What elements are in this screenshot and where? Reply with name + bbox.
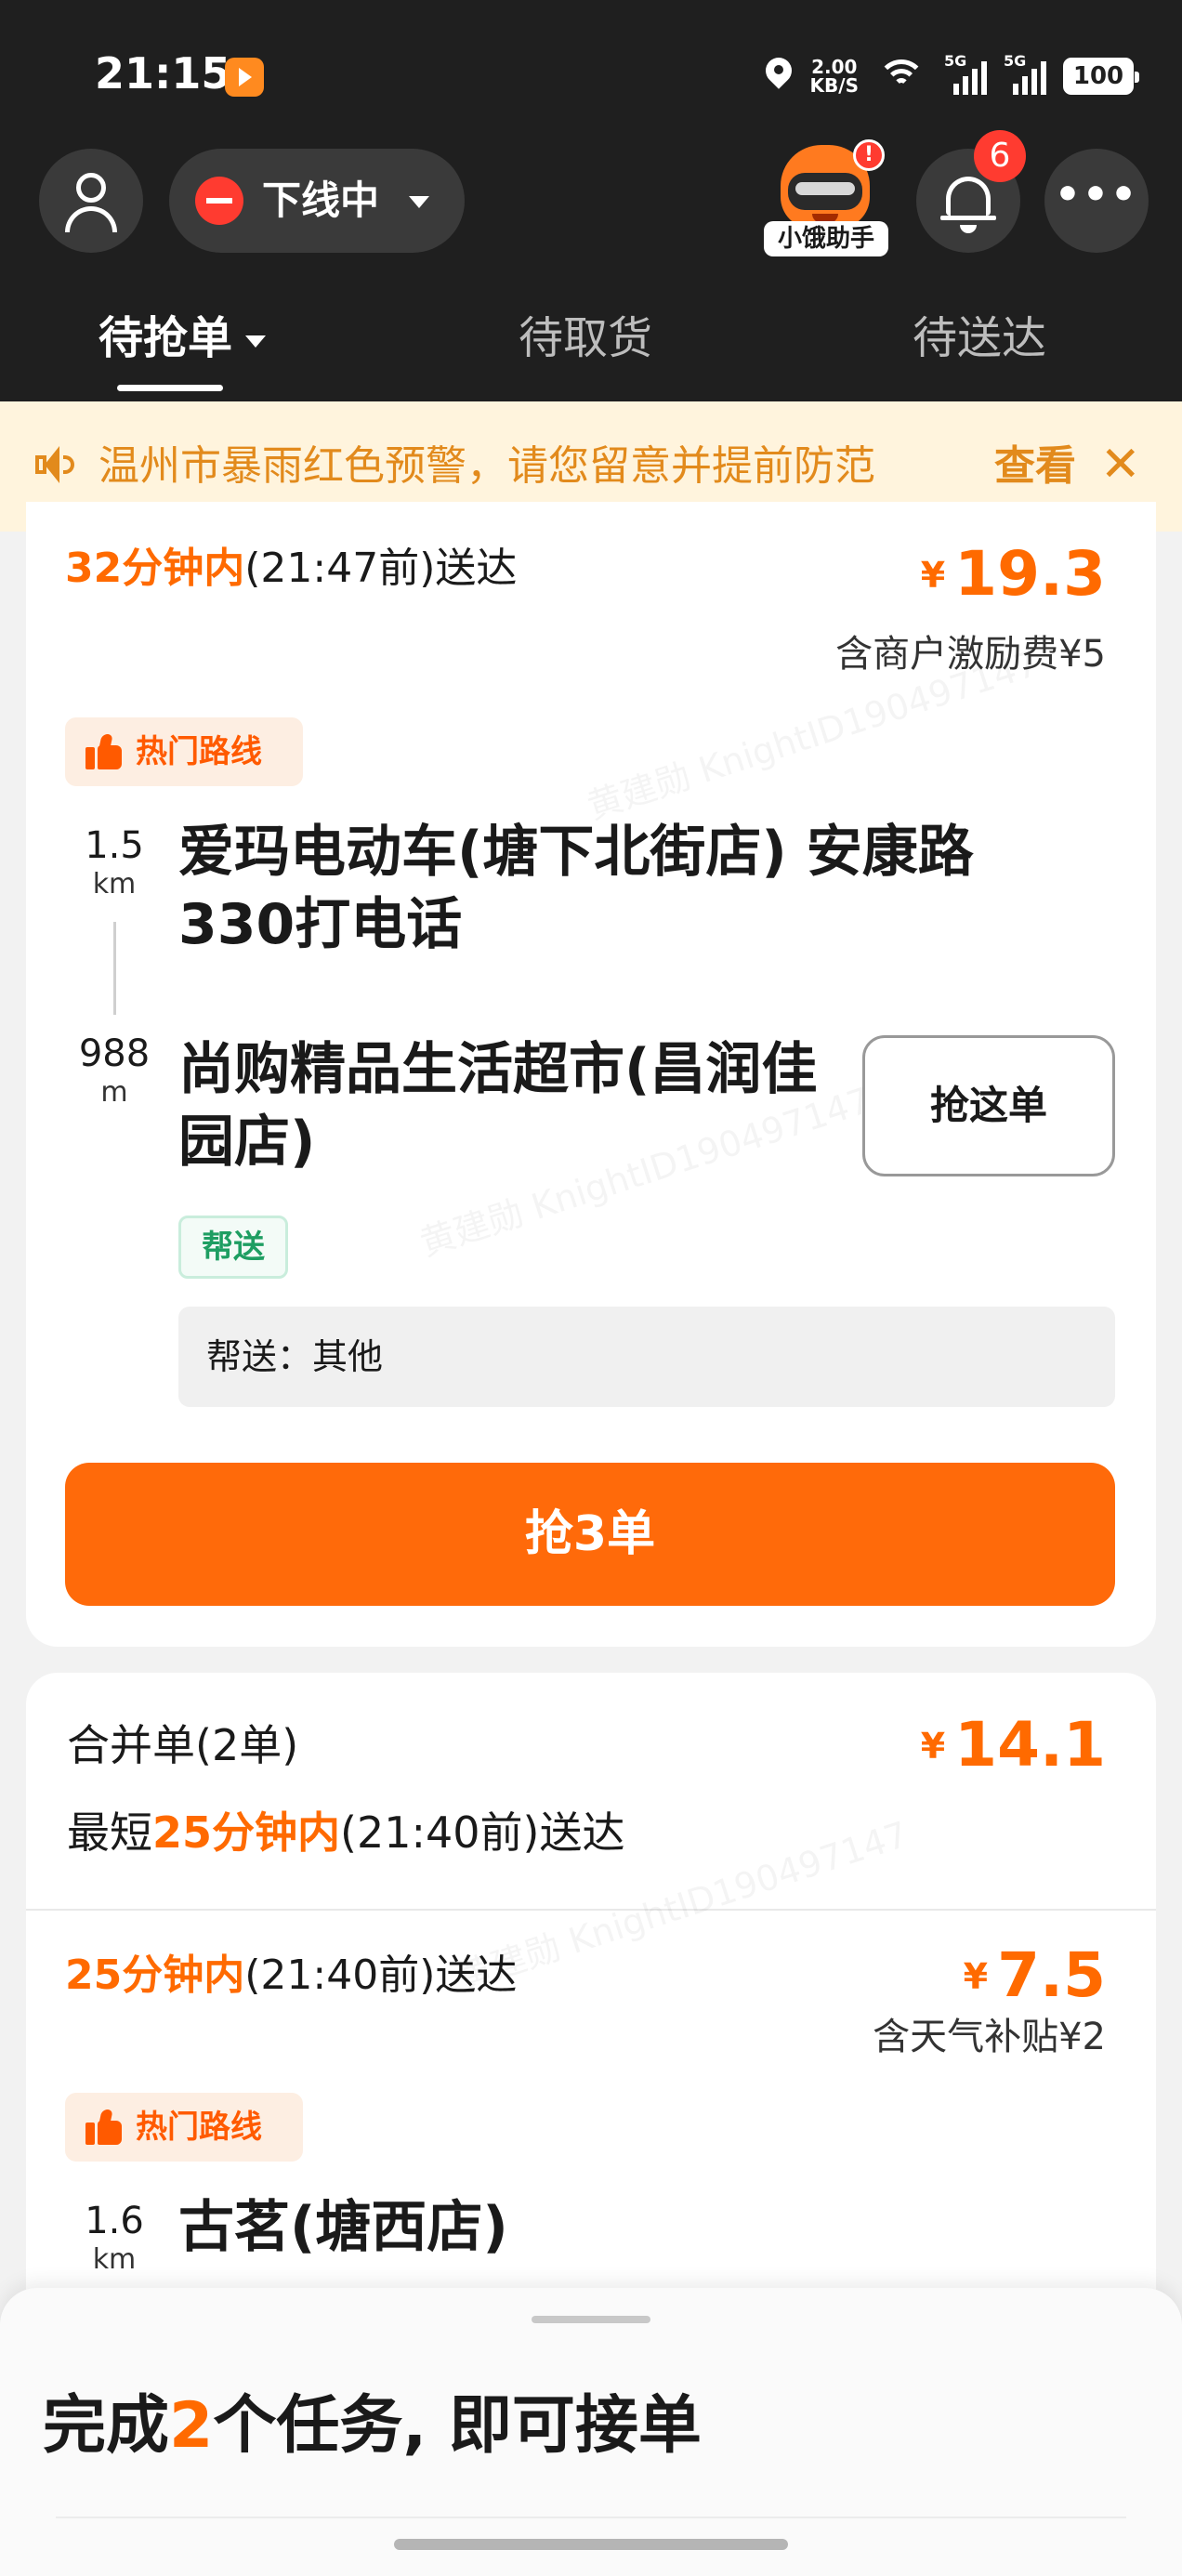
dropoff-distance-value: 988 bbox=[78, 1032, 151, 1075]
assistant-label: 小饿助手 bbox=[764, 221, 888, 256]
battery-icon: 100 bbox=[1063, 58, 1139, 95]
view-warning-link[interactable]: 查看 bbox=[994, 437, 1076, 496]
task-count: 2 bbox=[169, 2389, 214, 2463]
network-speed: 2.00 KB/S bbox=[810, 58, 859, 95]
divider bbox=[56, 2517, 1126, 2518]
delivery-eta: 32分钟内(21:47前)送达 bbox=[65, 539, 517, 598]
task-bottom-sheet[interactable]: 完成2个任务, 即可接单 bbox=[0, 2288, 1182, 2576]
tab-label: 待送达 bbox=[913, 312, 1047, 364]
app-notification-icon bbox=[225, 58, 264, 97]
price-value: 19.3 bbox=[954, 538, 1106, 610]
chevron-down-icon bbox=[245, 335, 267, 348]
thumbs-up-icon bbox=[85, 734, 122, 769]
eta-minutes: 25分钟内 bbox=[65, 1952, 245, 1999]
chevron-down-icon bbox=[409, 196, 429, 208]
eta-minutes: 32分钟内 bbox=[65, 545, 245, 592]
status-time: 21:15 bbox=[95, 48, 231, 99]
currency-symbol: ¥ bbox=[920, 1726, 946, 1767]
route-connector bbox=[113, 922, 116, 1015]
help-deliver-tag: 帮送 bbox=[178, 1216, 288, 1279]
merged-order-price: ¥14.1 bbox=[921, 1708, 1106, 1783]
order-tabs: 待抢单 待取货 待送达 bbox=[0, 297, 1182, 401]
title-suffix: 个任务, 即可接单 bbox=[213, 2389, 702, 2463]
merged-order-card[interactable]: 合并单(2单) ¥14.1 最短25分钟内(21:40前)送达 25分钟内(21… bbox=[26, 1673, 1156, 2323]
top-header: 21:15 2.00 KB/S 5G 5G 100 下线中 ! 小饿助手 6 •… bbox=[0, 0, 1182, 401]
order-price: ¥19.3 bbox=[921, 537, 1106, 612]
network-speed-unit: KB/S bbox=[809, 74, 859, 97]
eta-deadline: (21:40前)送达 bbox=[340, 1807, 625, 1858]
eta-prefix: 最短 bbox=[67, 1807, 152, 1858]
network-speed-value: 2.00 bbox=[811, 56, 858, 78]
tab-label: 待抢单 bbox=[98, 312, 233, 364]
speaker-icon bbox=[35, 446, 74, 483]
sub-order-price: ¥7.5 bbox=[964, 1939, 1106, 2014]
close-icon[interactable]: ✕ bbox=[1100, 435, 1141, 494]
active-tab-indicator bbox=[117, 385, 223, 391]
merged-order-eta: 最短25分钟内(21:40前)送达 bbox=[67, 1803, 624, 1862]
hot-route-tag: 热门路线 bbox=[65, 2093, 303, 2162]
merged-order-title: 合并单(2单) bbox=[67, 1720, 299, 1770]
profile-button[interactable] bbox=[39, 149, 143, 253]
sub-order-price-note: 含天气补贴¥2 bbox=[873, 2016, 1106, 2058]
assistant-button[interactable]: ! 小饿助手 bbox=[764, 139, 888, 260]
pickup-distance-value: 1.5 bbox=[85, 824, 144, 867]
order-remark: 帮送：其他 bbox=[178, 1307, 1115, 1407]
hot-route-label: 热门路线 bbox=[136, 733, 262, 770]
hot-route-label: 热门路线 bbox=[136, 2109, 262, 2146]
signal-icon-sim1: 5G bbox=[944, 52, 987, 95]
home-indicator[interactable] bbox=[394, 2539, 788, 2550]
eta-minutes: 25分钟内 bbox=[152, 1807, 341, 1858]
sim1-label: 5G bbox=[944, 52, 967, 70]
pickup-distance-unit: km bbox=[92, 2243, 137, 2276]
hot-route-tag: 热门路线 bbox=[65, 717, 303, 786]
price-value: 7.5 bbox=[997, 1939, 1106, 2011]
eta-deadline: (21:47前)送达 bbox=[244, 545, 518, 592]
minus-circle-icon bbox=[195, 177, 243, 225]
pickup-address: 古茗(塘西店) bbox=[178, 2195, 508, 2260]
signal-icon-sim2: 5G bbox=[1004, 52, 1046, 95]
system-icons: 2.00 KB/S 5G 5G 100 bbox=[764, 48, 1139, 104]
status-bar: 21:15 2.00 KB/S 5G 5G 100 bbox=[0, 0, 1182, 149]
pickup-distance: 1.6 km bbox=[63, 2199, 165, 2277]
pickup-distance-unit: km bbox=[92, 868, 137, 900]
assistant-alert-badge: ! bbox=[853, 139, 885, 171]
more-button[interactable]: ••• bbox=[1044, 149, 1149, 253]
location-icon bbox=[764, 58, 794, 95]
grab-order-button[interactable]: 抢这单 bbox=[862, 1035, 1115, 1176]
currency-symbol: ¥ bbox=[920, 555, 946, 596]
tab-label: 待取货 bbox=[519, 312, 653, 364]
tab-pending-grab[interactable]: 待抢单 bbox=[98, 309, 267, 368]
online-status-toggle[interactable]: 下线中 bbox=[169, 149, 465, 253]
warning-text: 温州市暴雨红色预警，请您留意并提前防范 bbox=[98, 442, 875, 490]
sim2-label: 5G bbox=[1004, 52, 1027, 70]
price-value: 14.1 bbox=[954, 1709, 1106, 1781]
grab-all-button[interactable]: 抢3单 bbox=[65, 1463, 1115, 1606]
tab-pending-delivery[interactable]: 待送达 bbox=[913, 309, 1046, 368]
sheet-drag-handle[interactable] bbox=[532, 2316, 650, 2323]
wifi-icon bbox=[875, 56, 927, 97]
more-icon: ••• bbox=[1054, 171, 1139, 218]
dropoff-distance-unit: m bbox=[100, 1076, 128, 1109]
pickup-distance-value: 1.6 bbox=[85, 2200, 144, 2242]
currency-symbol: ¥ bbox=[963, 1956, 989, 1997]
online-status-label: 下线中 bbox=[262, 177, 380, 223]
tab-pending-pickup[interactable]: 待取货 bbox=[519, 309, 652, 368]
thumbs-up-icon bbox=[85, 2109, 122, 2145]
dropoff-distance: 988 m bbox=[63, 1032, 165, 1110]
title-prefix: 完成 bbox=[43, 2389, 170, 2463]
task-requirement-title: 完成2个任务, 即可接单 bbox=[43, 2385, 702, 2468]
sub-order-eta: 25分钟内(21:40前)送达 bbox=[65, 1946, 517, 2005]
pickup-address: 爱玛电动车(塘下北街店) 安康路330打电话 bbox=[178, 820, 974, 957]
pickup-distance: 1.5 km bbox=[63, 823, 165, 901]
notification-count-badge: 6 bbox=[974, 130, 1026, 182]
